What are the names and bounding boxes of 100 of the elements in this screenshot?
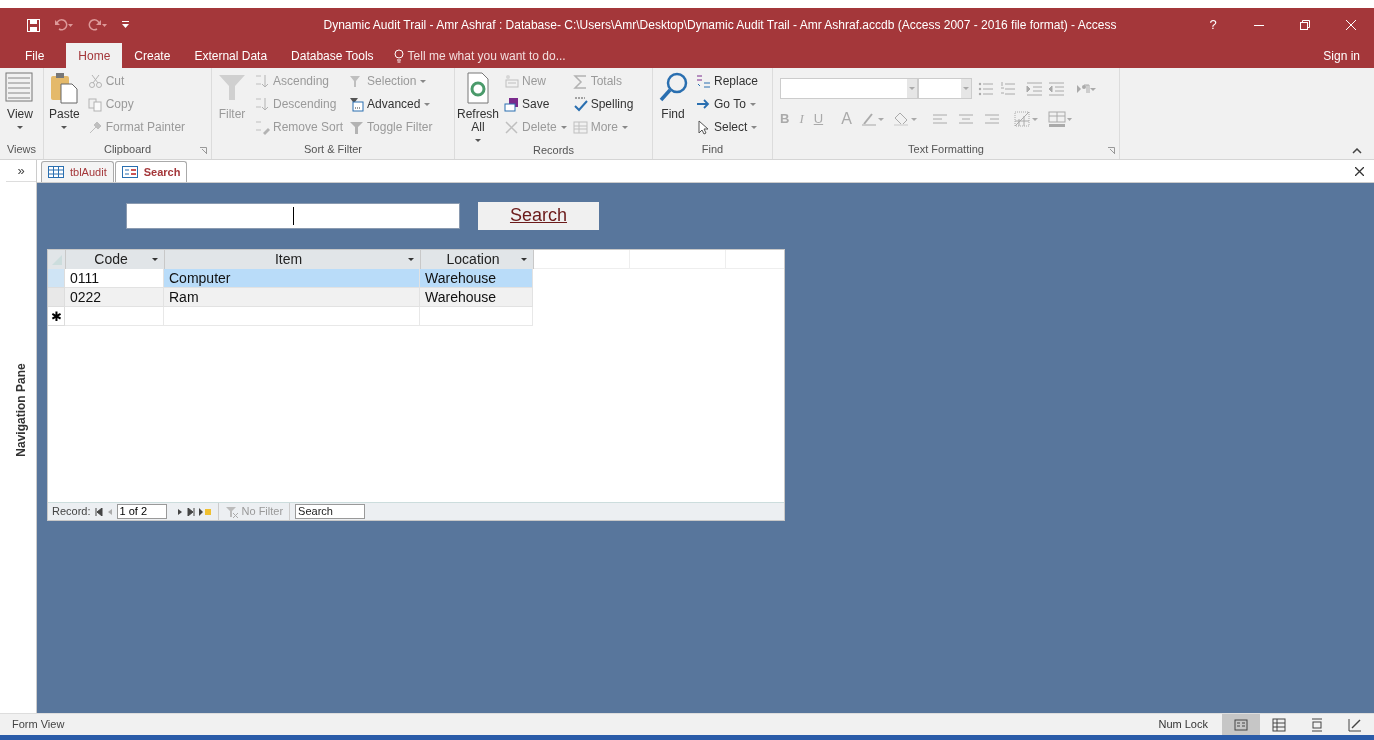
group-label: Views (5, 142, 38, 157)
ribbon-button[interactable]: Advanced (349, 95, 433, 113)
command-icon (349, 119, 365, 135)
ribbon-button[interactable]: Spelling (572, 95, 634, 113)
table-cell[interactable] (420, 307, 533, 326)
numbering-icon[interactable] (1000, 80, 1016, 97)
caret-icon (749, 102, 756, 106)
highlight-icon[interactable] (861, 112, 884, 126)
previous-record-icon[interactable] (106, 507, 113, 516)
collapse-ribbon-icon[interactable] (1352, 148, 1362, 154)
command-icon (5, 72, 35, 104)
command-icon (87, 96, 103, 112)
text-cursor (293, 206, 294, 225)
font-name-field[interactable] (780, 78, 918, 99)
datasheet-view-icon (1272, 717, 1286, 732)
help-button[interactable]: ? (1190, 8, 1236, 42)
new-record-icon[interactable] (198, 507, 212, 516)
command-icon (87, 119, 103, 135)
caret-icon (909, 87, 915, 90)
alternate-row-color-icon[interactable] (1047, 111, 1072, 127)
gridlines-icon[interactable] (1013, 111, 1038, 127)
restore-icon[interactable] (1300, 20, 1310, 30)
menu-tab[interactable]: Database Tools (279, 43, 386, 68)
record-label: Record: (52, 504, 91, 520)
menu-tab[interactable]: Home (66, 43, 123, 68)
command-icon (504, 119, 519, 135)
align-left-icon[interactable] (931, 113, 948, 125)
paragraph-direction-icon[interactable] (1076, 83, 1096, 94)
ribbon-dropdown-button[interactable]: Paste (47, 72, 82, 129)
group-label: Find (700, 142, 725, 157)
tell-me-field[interactable]: Tell me what you want to do... (407, 46, 566, 65)
layout-view-icon (1310, 717, 1324, 732)
ribbon-button[interactable]: Select (696, 118, 759, 136)
caret-icon (17, 126, 23, 129)
command-icon (696, 73, 711, 89)
row-selector[interactable] (48, 269, 65, 288)
table-cell[interactable]: Ram (164, 288, 420, 307)
undo-icon[interactable] (54, 19, 74, 31)
command-icon (572, 119, 588, 135)
first-record-icon[interactable] (94, 507, 103, 516)
form-view-icon (1234, 717, 1248, 732)
fill-color-icon[interactable] (893, 112, 918, 126)
outdent-icon[interactable] (1048, 80, 1064, 97)
new-record-marker: ✱ (48, 307, 65, 326)
caret-icon (521, 258, 527, 261)
customize-icon[interactable] (122, 21, 129, 29)
table-cell[interactable]: Warehouse (420, 288, 533, 307)
view-name: Form View (11, 717, 66, 733)
ribbon-dropdown-button[interactable]: View (3, 72, 37, 129)
align-center-icon[interactable] (957, 113, 974, 125)
save-icon[interactable] (27, 18, 40, 32)
navigation-pane[interactable]: » Navigation Pane (6, 160, 37, 713)
bullets-icon[interactable] (978, 80, 994, 97)
table-cell[interactable]: Computer (164, 269, 420, 288)
close-icon[interactable] (1355, 167, 1364, 176)
table-cell[interactable]: 0222 (65, 288, 164, 307)
sign-in-link[interactable]: Sign in (1323, 43, 1374, 68)
ribbon-button[interactable]: Save (504, 95, 567, 113)
group-label: Clipboard (102, 142, 153, 157)
last-record-icon[interactable] (186, 507, 195, 516)
table-cell[interactable] (164, 307, 420, 326)
row-selector[interactable] (48, 288, 65, 307)
align-right-icon[interactable] (983, 113, 1000, 125)
ribbon-button[interactable]: Go To (696, 95, 759, 113)
caret-icon (420, 79, 427, 83)
command-icon (87, 73, 103, 89)
caret-icon (560, 125, 567, 129)
ribbon-dropdown-button[interactable]: Refresh All (458, 72, 498, 142)
menu-tab[interactable]: External Data (182, 43, 280, 68)
command-icon (696, 119, 711, 135)
caret-icon (408, 258, 414, 261)
command-icon (255, 73, 270, 89)
next-record-icon[interactable] (176, 507, 183, 516)
ribbon-button[interactable]: Replace (696, 72, 759, 90)
indent-icon[interactable] (1026, 80, 1042, 97)
view-button[interactable] (1222, 714, 1260, 735)
ribbon-button[interactable]: Find (656, 72, 690, 121)
font-size-field[interactable] (918, 78, 972, 99)
command-icon (504, 96, 519, 112)
search-button[interactable]: Search (478, 201, 599, 230)
design-view-icon (1348, 717, 1362, 732)
filter-icon (224, 505, 239, 518)
window-title: Dynamic Audit Trail - Amr Ashraf : Database- C:\Users\Amr\Desktop\Dynamic Audit Trail - Amr Ashraf.accdb (Access 2007 - 2016 file format) - Access (322, 17, 1118, 34)
search-field[interactable]: Search (295, 504, 366, 519)
dialog-launcher-icon[interactable] (200, 147, 207, 154)
search-field[interactable] (126, 202, 460, 229)
menu-tab[interactable]: Create (122, 43, 183, 68)
record-number-field[interactable]: 1 of 2 (116, 504, 167, 519)
document-tab[interactable]: tblAudit (41, 161, 114, 182)
expand-button[interactable]: » (6, 160, 36, 182)
lightbulb-icon (393, 48, 404, 63)
table-cell[interactable]: 0111 (65, 269, 164, 288)
table-cell[interactable] (65, 307, 164, 326)
dialog-launcher-icon[interactable] (1108, 147, 1115, 154)
num-lock-indicator: Num Lock (1158, 717, 1208, 733)
redo-icon[interactable] (88, 19, 108, 31)
table-cell[interactable]: Warehouse (420, 269, 533, 288)
caret-icon (152, 258, 158, 261)
document-tab[interactable]: Search (114, 161, 188, 182)
menu-tab[interactable]: File (13, 43, 57, 68)
